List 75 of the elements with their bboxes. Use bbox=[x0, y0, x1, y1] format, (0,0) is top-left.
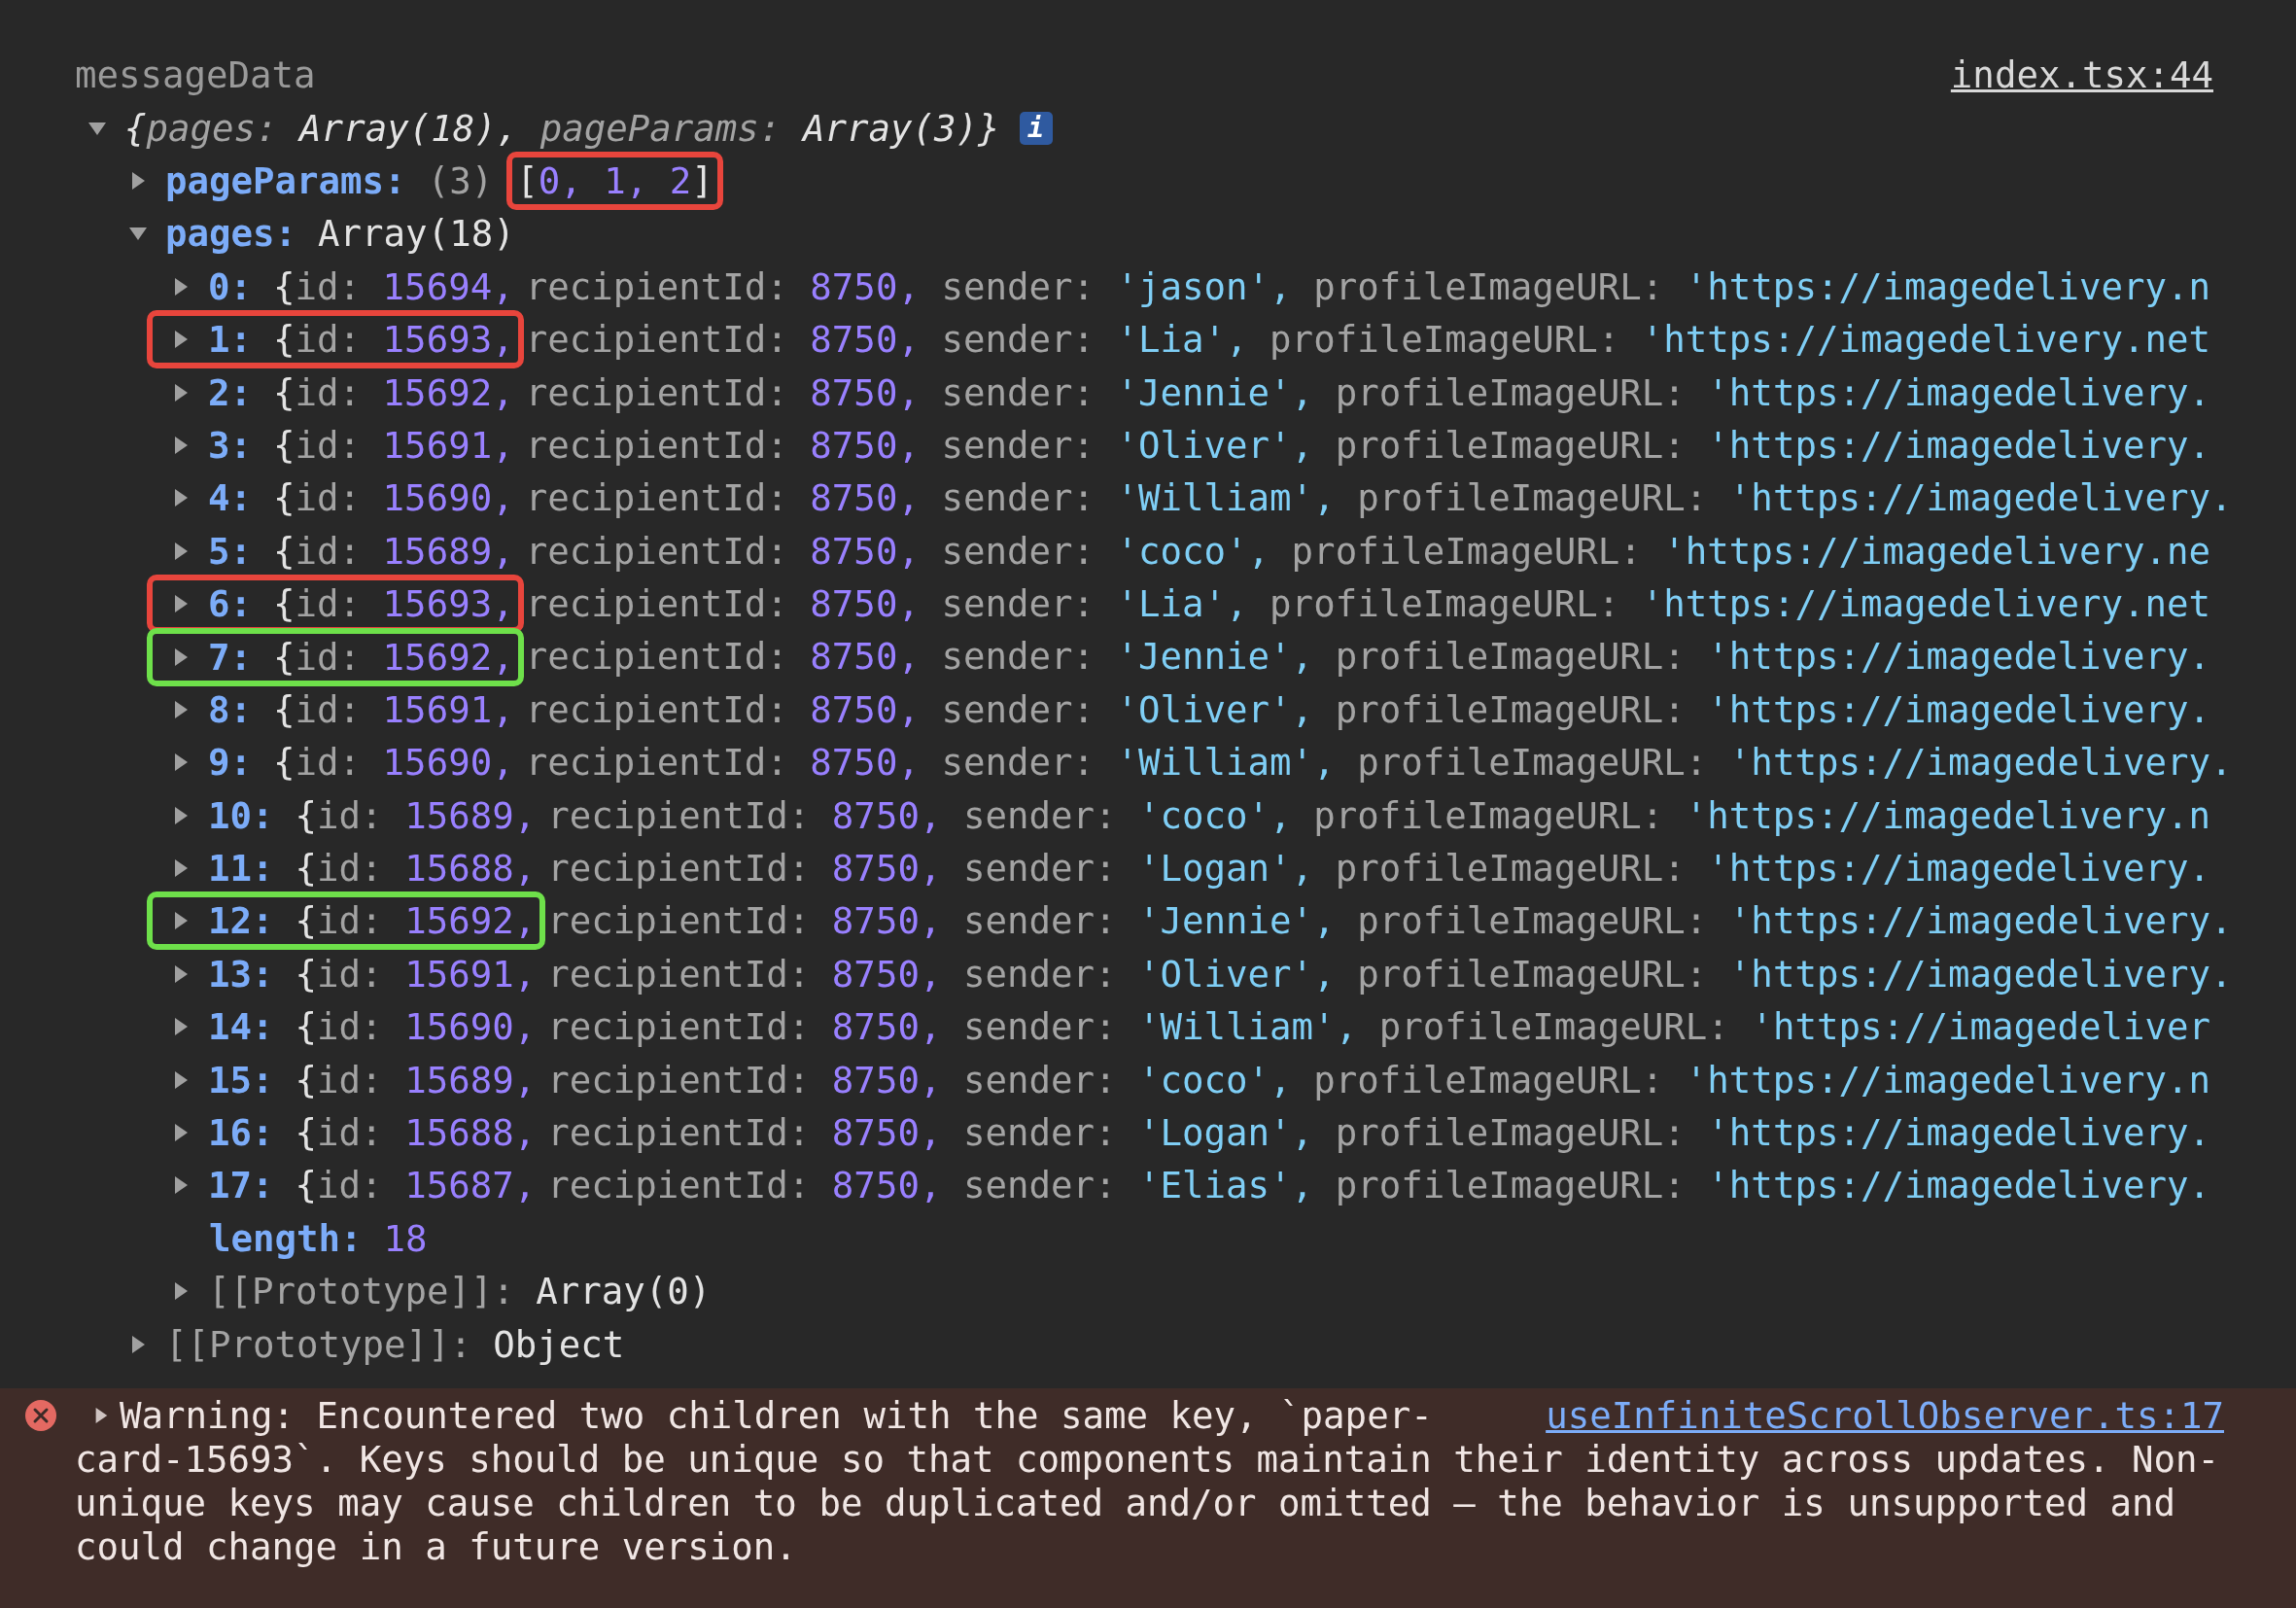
array-index: 1: bbox=[208, 318, 253, 362]
log-label: messageData bbox=[75, 53, 316, 97]
array-index: 7: bbox=[208, 635, 253, 679]
object-fields: recipientId: 8750, sender: 'Logan', profileImageURL: 'https://imagedelivery. bbox=[547, 847, 2211, 891]
id-field: {id: 15689, bbox=[273, 529, 514, 573]
property-key: pages: bbox=[165, 212, 297, 256]
array-index: 15: bbox=[208, 1058, 274, 1101]
id-field: {id: 15690, bbox=[295, 1005, 537, 1049]
array-index: 6: bbox=[208, 582, 253, 626]
id-field: {id: 15692, bbox=[273, 635, 514, 679]
id-field: {id: 15689, bbox=[295, 1058, 537, 1101]
object-fields: recipientId: 8750, sender: 'Elias', profileImageURL: 'https://imagedelivery. bbox=[547, 1164, 2211, 1207]
id-field: {id: 15691, bbox=[295, 952, 537, 996]
object-fields: recipientId: 8750, sender: 'coco', profileImageURL: 'https://imagedelivery.n bbox=[547, 1058, 2211, 1101]
object-fields: recipientId: 8750, sender: 'Jennie', profileImageURL: 'https://imagedelivery. bbox=[547, 899, 2233, 943]
object-fields: recipientId: 8750, sender: 'Jennie', profileImageURL: 'https://imagedelivery. bbox=[525, 370, 2211, 414]
id-field: {id: 15691, bbox=[273, 423, 514, 467]
array-values: [0, 1, 2] bbox=[506, 152, 723, 210]
id-field: {id: 15687, bbox=[295, 1164, 537, 1207]
property-key: [[Prototype]]: bbox=[165, 1322, 472, 1366]
array-index: 3: bbox=[208, 423, 253, 467]
warning-message-line: unique keys may cause children to be duplicated and/or omitted — the behavior is unsupported and bbox=[75, 1482, 2176, 1525]
id-field: {id: 15693, bbox=[273, 582, 514, 626]
id-field: {id: 15691, bbox=[273, 687, 514, 731]
property-value: Array(0) bbox=[536, 1270, 712, 1313]
error-icon bbox=[24, 1399, 57, 1433]
object-fields: recipientId: 8750, sender: 'coco', profileImageURL: 'https://imagedelivery.n bbox=[547, 793, 2211, 837]
array-index: 0: bbox=[208, 264, 253, 308]
object-fields: recipientId: 8750, sender: 'Logan', profileImageURL: 'https://imagedelivery. bbox=[547, 1111, 2211, 1154]
property-key: [[Prototype]]: bbox=[208, 1270, 515, 1313]
id-field: {id: 15689, bbox=[295, 793, 537, 837]
object-preview: {pages: Array(18), pageParams: Array(3)} bbox=[124, 106, 1000, 150]
warning-message-line: card-15693`. Keys should be unique so that components maintain their identity across updates. Non- bbox=[75, 1438, 2220, 1482]
object-fields: recipientId: 8750, sender: 'Oliver', profileImageURL: 'https://imagedelivery. bbox=[547, 952, 2233, 996]
id-field: {id: 15690, bbox=[273, 476, 514, 520]
object-fields: recipientId: 8750, sender: 'William', profileImageURL: 'https://imagedeliver bbox=[547, 1005, 2211, 1049]
id-field: {id: 15693, bbox=[273, 318, 514, 362]
array-index: 8: bbox=[208, 687, 253, 731]
array-count: (3) bbox=[427, 158, 494, 202]
id-field: {id: 15692, bbox=[295, 899, 537, 943]
object-fields: recipientId: 8750, sender: 'Jennie', profileImageURL: 'https://imagedelivery. bbox=[525, 635, 2211, 679]
property-key: length: bbox=[209, 1216, 363, 1260]
object-fields: recipientId: 8750, sender: 'Lia', profileImageURL: 'https://imagedelivery.net bbox=[525, 318, 2211, 362]
object-fields: recipientId: 8750, sender: 'Lia', profileImageURL: 'https://imagedelivery.net bbox=[525, 582, 2211, 626]
id-field: {id: 15694, bbox=[273, 264, 514, 308]
source-link[interactable]: index.tsx:44 bbox=[1950, 53, 2213, 97]
array-index: 10: bbox=[208, 793, 274, 837]
object-fields: recipientId: 8750, sender: 'William', profileImageURL: 'https://imagedelivery. bbox=[525, 476, 2233, 520]
array-index: 14: bbox=[208, 1005, 274, 1049]
info-badge[interactable]: i bbox=[1019, 111, 1053, 145]
id-field: {id: 15688, bbox=[295, 1111, 537, 1154]
array-index: 11: bbox=[208, 847, 274, 891]
array-index: 16: bbox=[208, 1111, 274, 1154]
array-index: 13: bbox=[208, 952, 274, 996]
property-key: pageParams: bbox=[165, 158, 406, 202]
property-value: 18 bbox=[383, 1216, 428, 1260]
object-fields: recipientId: 8750, sender: 'William', profileImageURL: 'https://imagedelivery. bbox=[525, 741, 2233, 785]
warning-message-line: Warning: Encountered two children with the same key, `paper- bbox=[120, 1394, 1433, 1438]
array-index: 4: bbox=[208, 476, 253, 520]
object-fields: recipientId: 8750, sender: 'jason', profileImageURL: 'https://imagedelivery.n bbox=[525, 264, 2211, 308]
warning-message-line: could change in a future version. bbox=[75, 1525, 797, 1569]
source-link[interactable]: useInfiniteScrollObserver.ts:17 bbox=[1546, 1394, 2224, 1438]
array-index: 5: bbox=[208, 529, 253, 573]
object-fields: recipientId: 8750, sender: 'coco', profileImageURL: 'https://imagedelivery.ne bbox=[525, 529, 2211, 573]
id-field: {id: 15692, bbox=[273, 370, 514, 414]
property-value: Array(18) bbox=[318, 212, 515, 256]
property-value: Object bbox=[493, 1322, 625, 1366]
object-fields: recipientId: 8750, sender: 'Oliver', profileImageURL: 'https://imagedelivery. bbox=[525, 423, 2211, 467]
object-fields: recipientId: 8750, sender: 'Oliver', profileImageURL: 'https://imagedelivery. bbox=[525, 687, 2211, 731]
array-index: 17: bbox=[208, 1164, 274, 1207]
id-field: {id: 15688, bbox=[295, 847, 537, 891]
array-index: 9: bbox=[208, 741, 253, 785]
array-index: 12: bbox=[208, 899, 274, 943]
array-index: 2: bbox=[208, 370, 253, 414]
id-field: {id: 15690, bbox=[273, 741, 514, 785]
